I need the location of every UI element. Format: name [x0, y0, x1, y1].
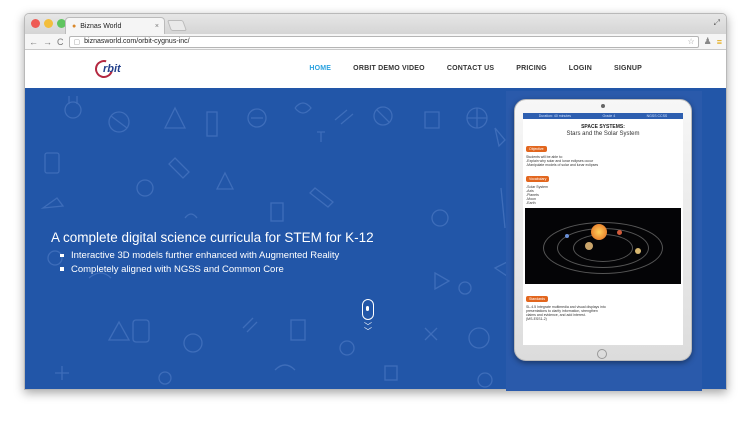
- lesson-info-bar: Duration: 40 minutes Grade 4 NGSS CCSS: [523, 113, 683, 119]
- planet-icon: [617, 230, 622, 235]
- tab-title: Biznas World: [80, 22, 122, 30]
- grade-label: Grade 4: [602, 114, 616, 118]
- mouse-wheel: [366, 306, 369, 311]
- page-icon: ▢: [73, 38, 81, 46]
- standards-tag: Standards: [526, 296, 548, 302]
- orbit-logo[interactable]: rbit: [91, 56, 125, 82]
- back-icon[interactable]: ←: [29, 37, 38, 47]
- window-controls: [31, 19, 66, 28]
- hero-headline: A complete digital science curricula for…: [51, 230, 374, 245]
- fullscreen-icon[interactable]: ⤢: [714, 18, 720, 28]
- new-tab-button[interactable]: [166, 20, 188, 31]
- site-header: rbit HOME ORBIT DEMO VIDEO CONTACT US PR…: [25, 50, 726, 88]
- planet-icon: [635, 248, 641, 254]
- logo-text: rbit: [103, 63, 121, 75]
- tablet-showcase: Duration: 40 minutes Grade 4 NGSS CCSS S…: [506, 91, 702, 391]
- solar-system-model[interactable]: [525, 208, 681, 284]
- standards-line: (MS-ESS1-2): [526, 317, 547, 321]
- nav-pricing[interactable]: PRICING: [516, 65, 547, 72]
- address-bar[interactable]: ▢ biznasworld.com/orbit-cygnus-inc/ ☆: [68, 35, 699, 48]
- scroll-mouse-icon[interactable]: [362, 299, 374, 320]
- nav-orbit-demo-video[interactable]: ORBIT DEMO VIDEO: [353, 65, 425, 72]
- lesson-title: SPACE SYSTEMS:: [581, 124, 625, 130]
- nav-signup[interactable]: SIGNUP: [614, 65, 642, 72]
- bullet-item: Completely aligned with NGSS and Common …: [59, 264, 339, 275]
- lesson-subtitle: Stars and the Solar System: [566, 131, 640, 137]
- planet-icon: [585, 242, 593, 250]
- hero-bullets: Interactive 3D models further enhanced w…: [59, 250, 340, 277]
- menu-icon[interactable]: ≡: [717, 37, 722, 47]
- objective-line: -Manipulate models of solar and lunar ec…: [526, 163, 599, 167]
- tab-close-icon[interactable]: ×: [155, 23, 159, 30]
- bookmark-star-icon[interactable]: ☆: [687, 37, 694, 46]
- camera-icon: [601, 104, 605, 108]
- close-window-icon[interactable]: [31, 19, 40, 28]
- browser-tab[interactable]: ● Biznas World ×: [65, 17, 165, 34]
- location-pin-icon: ●: [72, 22, 77, 30]
- sun-icon: [591, 224, 607, 240]
- vocab-line: -Earth: [526, 201, 536, 205]
- browser-toolbar: ← → C ▢ biznasworld.com/orbit-cygnus-inc…: [25, 34, 726, 50]
- home-button-icon: [597, 349, 607, 359]
- tablet-screen: Duration: 40 minutes Grade 4 NGSS CCSS S…: [523, 113, 683, 345]
- standards-label: NGSS CCSS: [646, 114, 668, 118]
- duration-label: Duration: 40 minutes: [538, 114, 572, 118]
- tab-bar: ● Biznas World × ⤢: [25, 14, 726, 34]
- bullet-item: Interactive 3D models further enhanced w…: [59, 250, 340, 261]
- vocabulary-tag: Vocabulary: [526, 176, 550, 182]
- objective-tag: Objective: [526, 146, 547, 152]
- nav-contact-us[interactable]: CONTACT US: [447, 65, 494, 72]
- main-nav: HOME ORBIT DEMO VIDEO CONTACT US PRICING…: [309, 65, 642, 72]
- planet-icon: [565, 234, 569, 238]
- tablet-device: Duration: 40 minutes Grade 4 NGSS CCSS S…: [514, 99, 692, 361]
- reload-icon[interactable]: C: [57, 37, 64, 47]
- url-text: biznasworld.com/orbit-cygnus-inc/: [84, 38, 190, 45]
- forward-icon[interactable]: →: [43, 37, 52, 47]
- scroll-down-icon[interactable]: ﹀ ﹀: [361, 323, 375, 336]
- extension-icon[interactable]: ♟: [704, 36, 712, 47]
- minimize-window-icon[interactable]: [44, 19, 53, 28]
- nav-login[interactable]: LOGIN: [569, 65, 592, 72]
- nav-home[interactable]: HOME: [309, 65, 331, 72]
